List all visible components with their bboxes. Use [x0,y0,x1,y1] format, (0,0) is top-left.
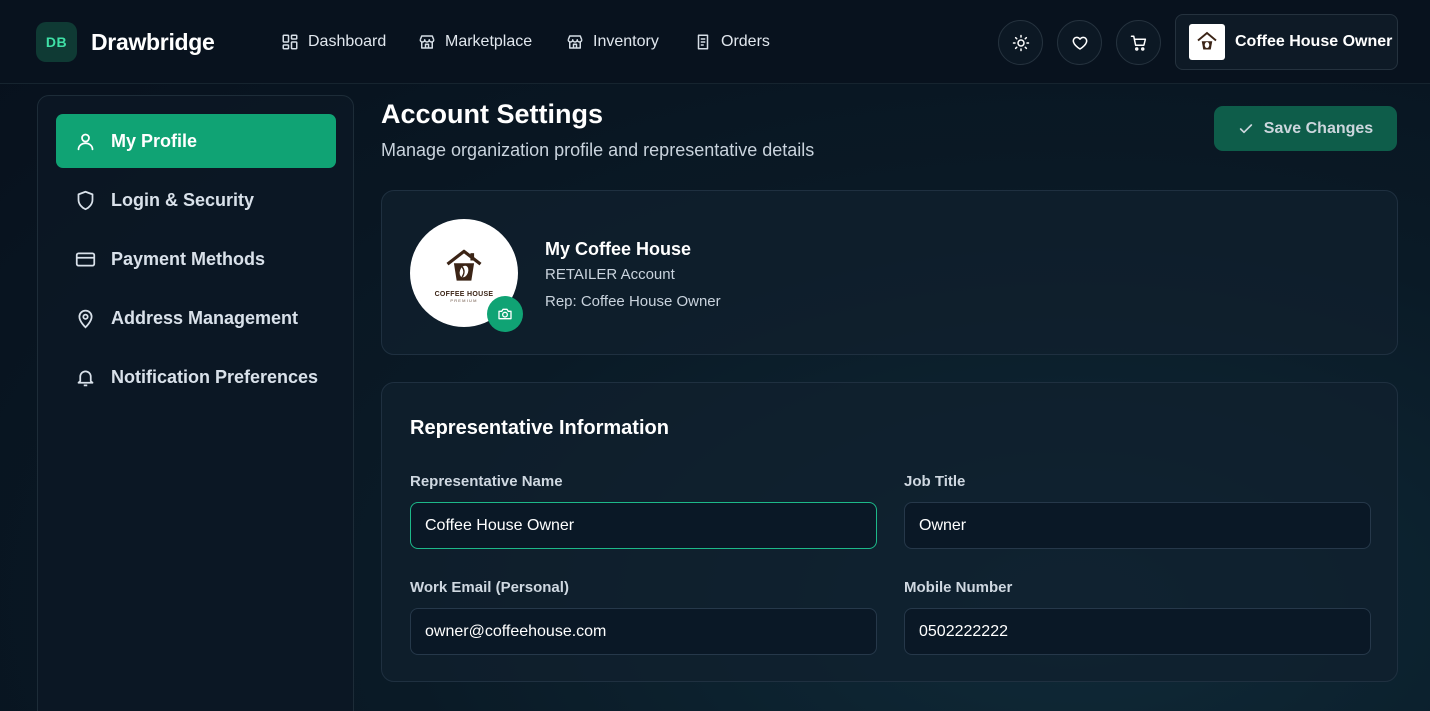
work-email-input[interactable] [410,608,877,655]
avatar [1189,24,1225,60]
sidebar-item-payment-methods[interactable]: Payment Methods [56,232,336,286]
grid-icon [281,33,299,51]
sidebar-item-label: My Profile [111,130,198,151]
representative-information-card: Representative Information Representativ… [381,382,1398,682]
save-changes-button[interactable]: Save Changes [1214,106,1397,151]
sidebar-item-login-security[interactable]: Login & Security [56,173,336,227]
nav-orders[interactable]: Orders [694,30,770,54]
shield-icon [75,190,96,211]
change-photo-button[interactable] [487,296,523,332]
sun-icon [1012,34,1030,52]
logo-text: COFFEE HOUSE [434,290,494,298]
settings-sidebar: My Profile Login & Security Payment Meth… [37,95,354,711]
document-icon [694,33,712,51]
sidebar-item-notification-preferences[interactable]: Notification Preferences [56,350,336,404]
job-title-label: Job Title [904,473,966,490]
mobile-number-label: Mobile Number [904,579,1013,596]
cart-icon [1130,34,1148,52]
coffee-house-logo-icon [1197,31,1217,50]
save-changes-label: Save Changes [1263,119,1374,137]
brand-name[interactable]: Drawbridge [91,29,215,56]
logo-badge[interactable]: DB [36,22,77,62]
representative-name-label: Representative Name [410,473,563,490]
representative-name-input[interactable] [410,502,877,549]
nav-orders-label: Orders [721,33,770,50]
nav-dashboard-label: Dashboard [308,33,387,50]
user-icon [75,131,96,152]
top-nav-bar: DB Drawbridge Dashboard Marketplace Inve… [0,0,1430,84]
account-name: Coffee House Owner [1235,33,1393,50]
wishlist-button[interactable] [1057,20,1102,65]
section-title: Representative Information [410,417,669,439]
sidebar-item-label: Address Management [111,307,299,328]
nav-inventory[interactable]: Inventory [566,30,659,54]
sidebar-item-label: Payment Methods [111,248,266,269]
mobile-number-input[interactable] [904,608,1371,655]
heart-icon [1071,34,1089,52]
sidebar-item-label: Notification Preferences [111,366,319,387]
nav-dashboard[interactable]: Dashboard [281,30,386,54]
nav-marketplace[interactable]: Marketplace [418,30,532,54]
store-icon [418,33,436,51]
sidebar-item-address-management[interactable]: Address Management [56,291,336,345]
page-subtitle: Manage organization profile and represen… [381,140,815,160]
organization-name: My Coffee House [545,239,692,259]
bell-icon [75,367,96,388]
cart-button[interactable] [1116,20,1161,65]
sidebar-item-my-profile[interactable]: My Profile [56,114,336,168]
coffee-house-logo-icon [446,249,482,281]
account-type: RETAILER Account [545,266,675,283]
sidebar-item-label: Login & Security [111,189,255,210]
store-icon [566,33,584,51]
job-title-input[interactable] [904,502,1371,549]
organization-profile-card: COFFEE HOUSE PREMIUM My Coffee House RET… [381,190,1398,355]
logo-subtext: PREMIUM [450,297,478,303]
theme-toggle-button[interactable] [998,20,1043,65]
nav-marketplace-label: Marketplace [445,33,533,50]
account-menu-button[interactable]: Coffee House Owner [1175,14,1398,70]
representative-line: Rep: Coffee House Owner [545,293,721,310]
check-icon [1238,121,1254,137]
credit-card-icon [75,249,96,270]
work-email-label: Work Email (Personal) [410,579,569,596]
page-title: Account Settings [381,99,604,129]
camera-icon [497,306,513,322]
map-pin-icon [75,308,96,329]
nav-inventory-label: Inventory [593,33,659,50]
